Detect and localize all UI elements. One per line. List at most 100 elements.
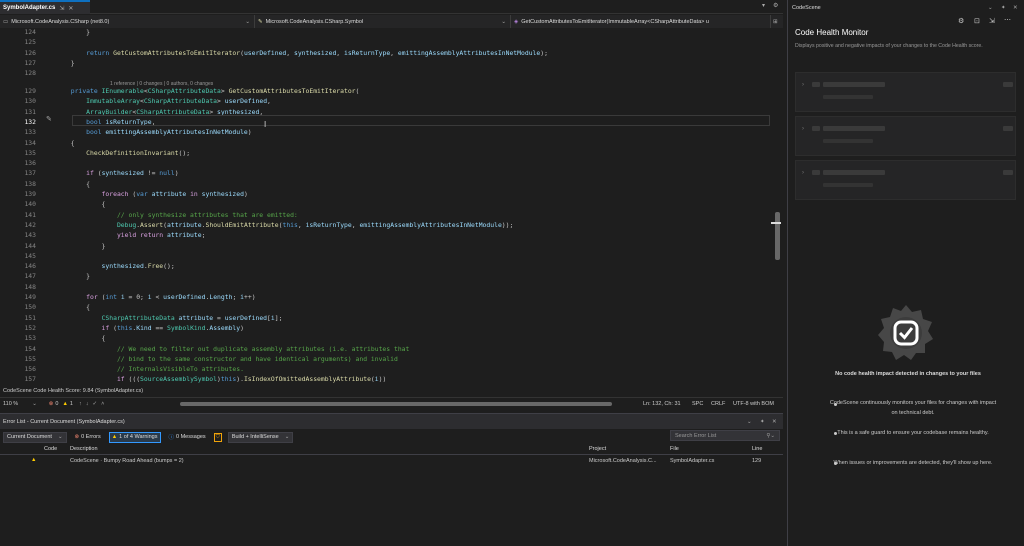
code-line[interactable]: 145: [0, 251, 770, 261]
code-line[interactable]: 146 synthesized.Free();: [0, 261, 770, 271]
warning-icon: ▲: [111, 434, 118, 440]
code-line[interactable]: 137 if (synthesized != null): [0, 168, 770, 178]
code-line[interactable]: 127 }: [0, 58, 770, 68]
file-encoding[interactable]: UTF-8 with BOM: [733, 401, 774, 407]
horizontal-scroll-thumb[interactable]: [180, 402, 612, 406]
code-line[interactable]: 134 {: [0, 138, 770, 148]
code-line[interactable]: 133 bool emittingAssemblyAttributesInNet…: [0, 127, 770, 137]
code-line[interactable]: 136: [0, 158, 770, 168]
code-text: synthesized.Free();: [40, 262, 175, 271]
scroll-position-marker: [771, 222, 781, 224]
member-label: GetCustomAttributesToEmitIterator(Immuta…: [521, 18, 709, 25]
messages-filter-button[interactable]: ⓘ 0 Messages: [167, 432, 208, 443]
indent-mode[interactable]: SPC: [692, 401, 703, 407]
code-line[interactable]: 144 }: [0, 241, 770, 251]
arrow-up-icon[interactable]: ↑: [79, 401, 82, 407]
header-file[interactable]: File: [670, 446, 679, 452]
line-number: 156: [24, 365, 36, 374]
close-icon[interactable]: ✕: [1013, 5, 1018, 11]
chevron-down-icon[interactable]: ⌄: [32, 401, 37, 407]
code-line[interactable]: 153 {: [0, 333, 770, 343]
code-line[interactable]: 140 {: [0, 199, 770, 209]
table-row[interactable]: ▲ CodeScene · Bumpy Road Ahead (bumps = …: [0, 456, 783, 467]
code-line[interactable]: 154 // We need to filter out duplicate a…: [0, 344, 770, 354]
code-line[interactable]: 141 // only synthesize attributes that a…: [0, 210, 770, 220]
split-icon[interactable]: ⊞: [773, 19, 778, 25]
pin-icon[interactable]: ⇲: [59, 5, 64, 12]
errors-filter-button[interactable]: ⊗ 0 Errors: [73, 432, 103, 443]
collapse-icon[interactable]: ⇲: [989, 17, 995, 25]
type-dropdown[interactable]: ✎ Microsoft.CodeAnalysis.CSharp.Symbol ⌄: [255, 15, 511, 28]
code-line[interactable]: 139 foreach (var attribute in synthesize…: [0, 189, 770, 199]
warnings-filter-button[interactable]: ▲ 1 of 4 Warnings: [108, 431, 161, 443]
header-description[interactable]: Description: [70, 446, 98, 452]
build-source-dropdown[interactable]: Build + IntelliSense ⌄: [227, 431, 294, 443]
search-icon[interactable]: ⚲⌄: [766, 431, 775, 441]
skeleton-bar: [823, 183, 873, 187]
code-line[interactable]: 130 ImmutableArray<CSharpAttributeData> …: [0, 96, 770, 106]
code-line[interactable]: 135 CheckDefinitionInvariant();: [0, 148, 770, 158]
code-line[interactable]: 152 if (this.Kind == SymbolKind.Assembly…: [0, 323, 770, 333]
header-code[interactable]: Code: [44, 446, 57, 452]
code-text: ImmutableArray<CSharpAttributeData> user…: [40, 97, 271, 106]
pin-icon[interactable]: ✦: [760, 419, 765, 425]
code-line[interactable]: 124 }: [0, 28, 770, 37]
line-number: 137: [24, 169, 36, 178]
header-project[interactable]: Project: [589, 446, 606, 452]
pin-icon[interactable]: ✦: [1001, 5, 1006, 11]
error-list-search[interactable]: Search Error List ⚲⌄: [670, 430, 780, 441]
skeleton-bar: [823, 126, 885, 131]
code-text: // bind to the same constructor and have…: [40, 354, 398, 363]
settings-icon[interactable]: ⚙: [958, 17, 964, 25]
docs-icon[interactable]: ⊡: [974, 17, 980, 25]
close-icon[interactable]: ✕: [68, 5, 73, 12]
code-line[interactable]: 142 Debug.Assert(attribute.ShouldEmitAtt…: [0, 220, 770, 230]
line-number: 152: [24, 323, 36, 332]
close-icon[interactable]: ✕: [772, 419, 777, 425]
chevron-down-icon[interactable]: ⌄: [747, 419, 752, 425]
member-dropdown[interactable]: ◈ GetCustomAttributesToEmitIterator(Immu…: [511, 15, 771, 28]
codescene-title: CodeScene: [792, 5, 821, 11]
edit-pencil-icon: ✎: [46, 116, 52, 123]
code-line[interactable]: 155 // bind to the same constructor and …: [0, 354, 770, 364]
chevron-down-icon[interactable]: ⌄: [988, 5, 993, 11]
code-line[interactable]: 150 {: [0, 302, 770, 312]
code-line[interactable]: 157 if (((SourceAssemblySymbol)this).IsI…: [0, 374, 770, 384]
code-line[interactable]: 148: [0, 282, 770, 292]
code-line[interactable]: 143 yield return attribute;: [0, 230, 770, 240]
code-line[interactable]: 147 }: [0, 271, 770, 281]
code-line[interactable]: 126 return GetCustomAttributesToEmitIter…: [0, 48, 770, 58]
project-dropdown[interactable]: ▭ Microsoft.CodeAnalysis.CSharp (net8.0)…: [0, 15, 255, 28]
code-line[interactable]: 149 for (int i = 0; i < userDefined.Leng…: [0, 292, 770, 302]
warning-count[interactable]: 1: [70, 401, 73, 407]
vertical-scrollbar[interactable]: [772, 28, 783, 386]
tab-overflow-icon[interactable]: ▾: [762, 2, 765, 9]
code-line[interactable]: 125: [0, 37, 770, 47]
tab-strip: SymbolAdapter.cs ⇲ ✕ ▾ ⚙: [0, 0, 783, 14]
skeleton-card: ›: [795, 72, 1016, 112]
filter-icon[interactable]: ⛉: [213, 432, 222, 442]
brush-icon[interactable]: ✓: [92, 401, 97, 407]
code-editor[interactable]: 124 } 125 126 return GetCustomAttributesTo…: [0, 28, 783, 386]
scope-label: Current Document: [7, 434, 52, 440]
header-line[interactable]: Line: [752, 446, 762, 452]
line-ending[interactable]: CRLF: [711, 401, 725, 407]
line-number: 134: [24, 138, 36, 147]
settings-icon[interactable]: ⚙: [773, 2, 778, 9]
zoom-level[interactable]: 110 %: [3, 401, 18, 407]
code-line[interactable]: 156 // InternalsVisibleTo attributes.: [0, 364, 770, 374]
code-line[interactable]: 138 {: [0, 179, 770, 189]
chevron-up-icon[interactable]: ˄: [101, 401, 104, 407]
error-count[interactable]: 0: [55, 401, 58, 407]
class-icon: ✎: [258, 18, 263, 25]
code-line[interactable]: 128: [0, 68, 770, 78]
vertical-scroll-thumb[interactable]: [775, 212, 780, 260]
cursor-position[interactable]: Ln: 132, Ch: 31: [643, 401, 681, 407]
more-icon[interactable]: ⋯: [1004, 16, 1011, 24]
scope-dropdown[interactable]: Current Document ⌄: [3, 431, 67, 443]
code-line[interactable]: 151 CSharpAttributeData attribute = user…: [0, 313, 770, 323]
tab-symboladapter[interactable]: SymbolAdapter.cs ⇲ ✕: [0, 0, 90, 14]
code-text: CheckDefinitionInvariant();: [40, 148, 191, 157]
code-line[interactable]: 129 private IEnumerable<CSharpAttributeD…: [0, 86, 770, 96]
arrow-down-icon[interactable]: ↓: [86, 401, 89, 407]
